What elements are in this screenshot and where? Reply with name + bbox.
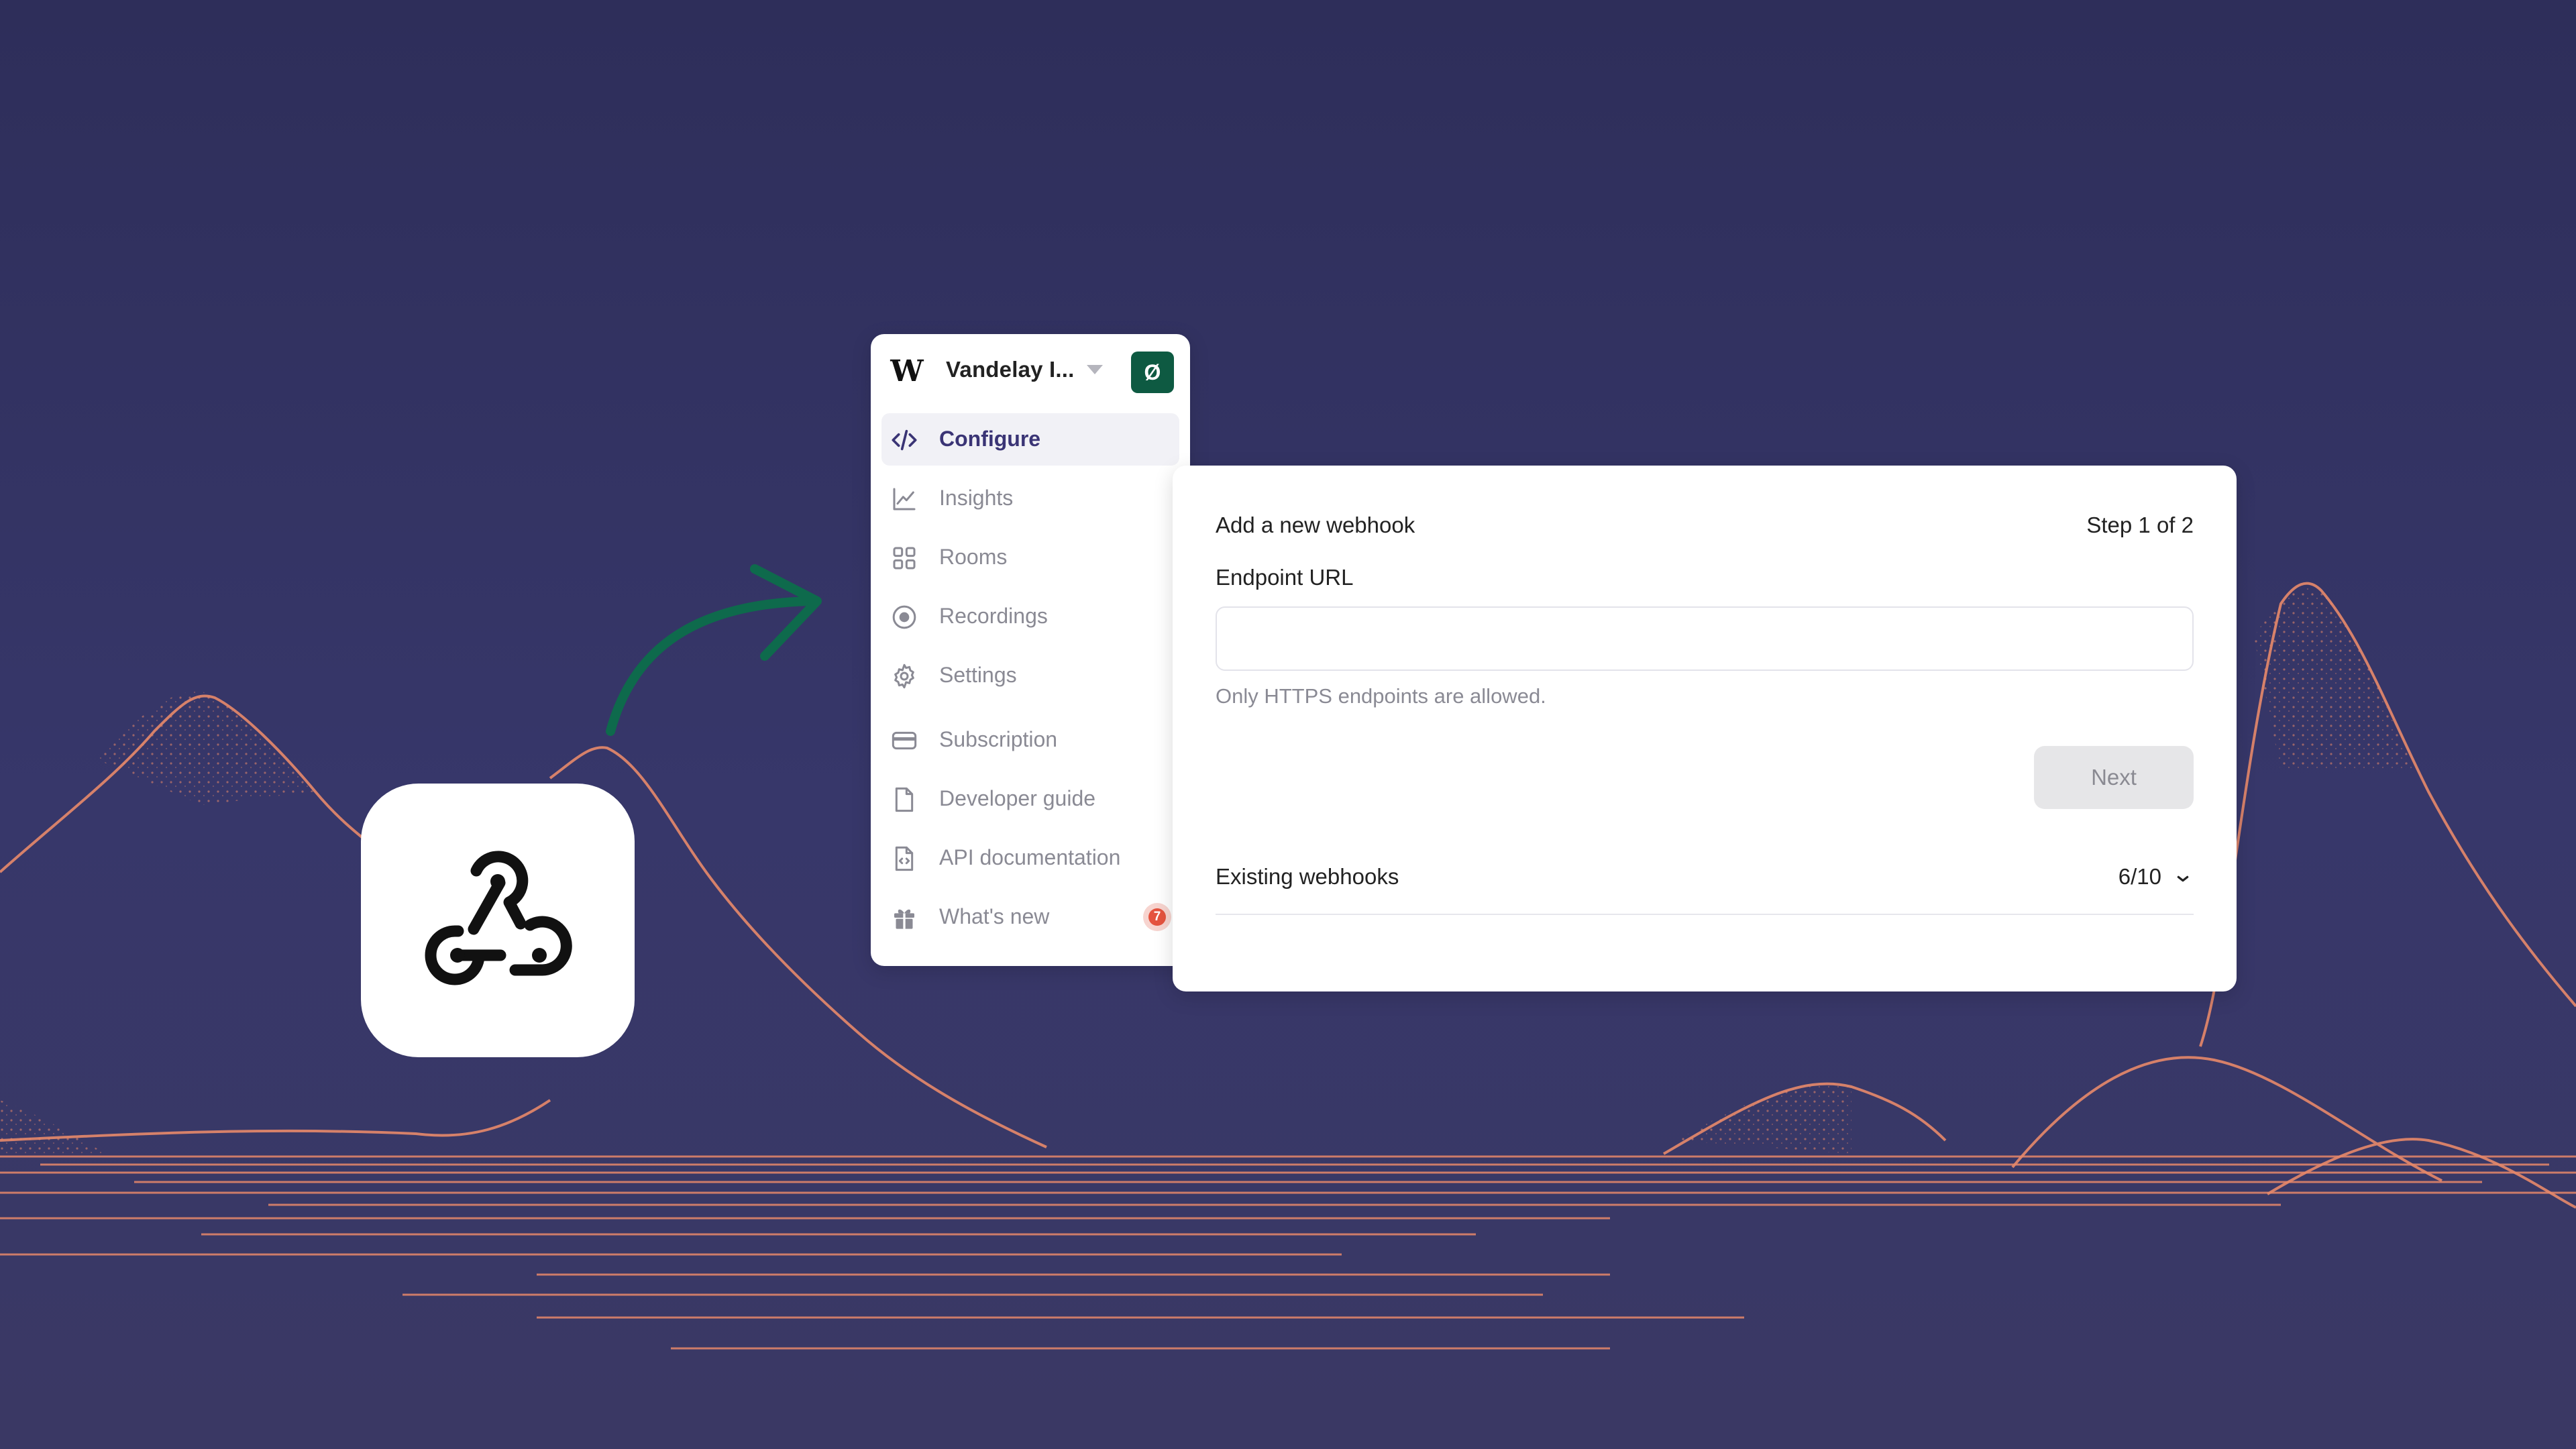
svg-text:W: W [890, 356, 924, 385]
sidebar-item-rooms[interactable]: Rooms [881, 531, 1179, 584]
endpoint-helper-text: Only HTTPS endpoints are allowed. [1216, 684, 1546, 708]
gear-icon [894, 663, 914, 689]
sidebar-item-api-documentation[interactable]: API documentation [881, 832, 1179, 884]
code-document-icon [895, 846, 914, 871]
sidebar: W Vandelay I... Ø Configure Insights Roo… [871, 334, 1190, 966]
sidebar-item-subscription[interactable]: Subscription [881, 714, 1179, 766]
sidebar-item-label: Subscription [939, 727, 1058, 751]
sidebar-item-label: Insights [939, 486, 1014, 510]
step-indicator: Step 1 of 2 [2086, 513, 2194, 537]
notification-badge: 7 [1143, 903, 1171, 931]
record-icon [892, 605, 916, 629]
webhook-icon [425, 851, 572, 985]
document-icon [895, 787, 914, 812]
badge-count: 7 [1148, 908, 1166, 926]
sidebar-item-label: API documentation [939, 845, 1121, 869]
code-icon [892, 429, 917, 451]
existing-webhooks-count: 6/10 [2118, 864, 2161, 889]
workspace-logo: W [890, 356, 924, 385]
endpoint-url-input[interactable] [1216, 606, 2194, 671]
sidebar-item-label: Settings [939, 663, 1017, 687]
card-icon [892, 731, 917, 750]
workspace-name: Vandelay I... [946, 357, 1075, 382]
chevron-down-icon[interactable] [2172, 868, 2194, 890]
panel-title: Add a new webhook [1216, 513, 1415, 537]
caret-down-icon[interactable] [1087, 365, 1103, 374]
sidebar-item-configure[interactable]: Configure [881, 413, 1179, 466]
add-webhook-panel: Add a new webhook Step 1 of 2 Endpoint U… [1173, 466, 2237, 991]
divider [1216, 914, 2194, 915]
sidebar-item-label: Configure [939, 427, 1041, 451]
endpoint-url-label: Endpoint URL [1216, 565, 1354, 590]
sidebar-item-settings[interactable]: Settings [881, 649, 1179, 702]
sidebar-item-label: What's new [939, 904, 1050, 928]
sidebar-item-label: Recordings [939, 604, 1048, 628]
sidebar-item-developer-guide[interactable]: Developer guide [881, 773, 1179, 825]
sidebar-item-recordings[interactable]: Recordings [881, 590, 1179, 643]
next-button[interactable]: Next [2034, 746, 2194, 809]
sidebar-item-label: Rooms [939, 545, 1008, 569]
sidebar-item-whats-new[interactable]: What's new 7 [881, 891, 1179, 943]
curved-arrow-icon [606, 564, 822, 736]
workspace-switcher[interactable]: W Vandelay I... Ø [871, 334, 1190, 408]
webhook-app-tile [361, 784, 635, 1057]
gift-icon [894, 909, 914, 929]
sidebar-item-insights[interactable]: Insights [881, 472, 1179, 525]
sidebar-item-label: Developer guide [939, 786, 1096, 810]
chart-icon [893, 488, 916, 511]
grid-icon [893, 547, 916, 570]
existing-webhooks-label[interactable]: Existing webhooks [1216, 864, 1399, 890]
workspace-status-badge[interactable]: Ø [1131, 352, 1174, 393]
